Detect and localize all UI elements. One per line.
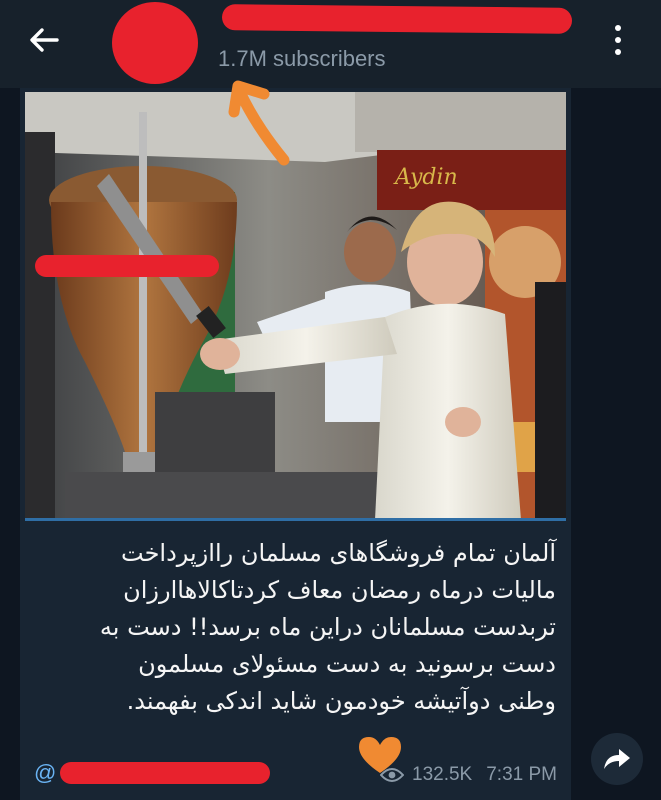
- back-button[interactable]: [22, 22, 66, 58]
- channel-title-redaction[interactable]: [221, 4, 573, 34]
- caption-line: مالیات درماه رمضان معاف کردتاکالاهاارزان: [123, 576, 556, 604]
- channel-header: 1.7M subscribers: [0, 0, 661, 88]
- share-icon: [604, 749, 630, 769]
- channel-post: Aydin آلمان تمام فروشگاهای مسلمان راازپر…: [20, 88, 571, 800]
- caption-line: دست برسونید به دست مسئولای مسلمون: [138, 650, 556, 678]
- orange-arrow-annotation: [228, 80, 290, 166]
- orange-heart-annotation: [359, 737, 401, 773]
- share-button[interactable]: [591, 733, 643, 785]
- caption-line: آلمان تمام فروشگاهای مسلمان راازپرداخت: [121, 539, 556, 567]
- view-count: 132.5K: [412, 764, 473, 785]
- post-time: 7:31 PM: [486, 764, 557, 785]
- back-arrow-icon: [30, 28, 59, 52]
- more-options-button[interactable]: [598, 20, 638, 60]
- post-caption: آلمان تمام فروشگاهای مسلمان راازپرداخت م…: [50, 535, 556, 720]
- post-meta: 132.5K 7:31 PM: [380, 764, 557, 786]
- channel-mention-redaction[interactable]: [60, 762, 270, 784]
- subscriber-count: 1.7M subscribers: [218, 46, 386, 71]
- svg-text:Aydin: Aydin: [393, 165, 458, 190]
- channel-mention-at[interactable]: @: [34, 760, 56, 786]
- photo-divider: [25, 518, 566, 521]
- more-vertical-icon: [615, 25, 621, 31]
- channel-avatar[interactable]: [112, 2, 198, 84]
- caption-line: تربدست مسلمانان دراین ماه برسد!! دست به: [99, 613, 556, 641]
- caption-line: وطنی دوآتیشه خودمون شاید اندکی بفهمند.: [126, 687, 556, 715]
